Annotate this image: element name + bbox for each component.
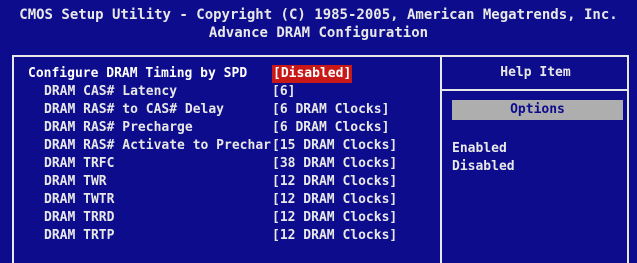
setting-value[interactable]: [6 DRAM Clocks] [272,101,389,119]
setting-label: DRAM CAS# Latency [44,84,178,99]
option-disabled: Disabled [452,159,515,174]
setting-label: DRAM RAS# Precharge [44,120,193,135]
setting-value[interactable]: [12 DRAM Clocks] [272,191,397,209]
setting-value[interactable]: [Disabled] [272,65,353,83]
setting-value[interactable]: [12 DRAM Clocks] [272,227,397,245]
setting-value[interactable]: [12 DRAM Clocks] [272,209,397,227]
option-enabled: Enabled [452,141,507,156]
setting-row-dram-twr[interactable]: DRAM TWR [12 DRAM Clocks] [28,173,438,191]
setting-label: DRAM RAS# Activate to Prechar [44,138,271,153]
setting-value[interactable]: [12 DRAM Clocks] [272,173,397,191]
options-header: Options [452,100,623,120]
setting-row-dram-trtp[interactable]: DRAM TRTP [12 DRAM Clocks] [28,227,438,245]
setting-row-configure-dram-timing-by-spd[interactable]: Configure DRAM Timing by SPD [Disabled] [28,65,438,83]
setting-label: Configure DRAM Timing by SPD [28,66,248,81]
setting-value[interactable]: [15 DRAM Clocks] [272,137,397,155]
setting-label: DRAM TRRD [44,210,115,225]
setting-row-dram-twtr[interactable]: DRAM TWTR [12 DRAM Clocks] [28,191,438,209]
help-header-separator [442,89,629,91]
setting-value[interactable]: [6 DRAM Clocks] [272,119,389,137]
setting-label: DRAM TWTR [44,192,115,207]
page-title: Advance DRAM Configuration [208,25,429,41]
setting-label: DRAM TWR [44,174,107,189]
setting-row-dram-trfc[interactable]: DRAM TRFC [38 DRAM Clocks] [28,155,438,173]
options-list: Enabled Disabled [452,140,515,176]
setting-row-dram-trrd[interactable]: DRAM TRRD [12 DRAM Clocks] [28,209,438,227]
setting-label: DRAM RAS# to CAS# Delay [44,102,225,117]
bios-screen: CMOS Setup Utility - Copyright (C) 1985-… [0,0,637,263]
setting-label: DRAM TRTP [44,228,115,243]
title-bar: CMOS Setup Utility - Copyright (C) 1985-… [0,0,637,48]
help-panel-divider [440,55,442,263]
setting-value[interactable]: [6] [272,83,295,101]
setting-row-dram-ras-activate-to-precharge[interactable]: DRAM RAS# Activate to Prechar [15 DRAM C… [28,137,438,155]
setting-value[interactable]: [38 DRAM Clocks] [272,155,397,173]
settings-list: Configure DRAM Timing by SPD [Disabled] … [28,65,438,245]
help-item-title: Help Item [500,65,571,80]
setting-label: DRAM TRFC [44,156,115,171]
setting-row-dram-cas-latency[interactable]: DRAM CAS# Latency [6] [28,83,438,101]
setting-row-dram-ras-precharge[interactable]: DRAM RAS# Precharge [6 DRAM Clocks] [28,119,438,137]
setting-row-dram-ras-to-cas-delay[interactable]: DRAM RAS# to CAS# Delay [6 DRAM Clocks] [28,101,438,119]
copyright-title: CMOS Setup Utility - Copyright (C) 1985-… [19,7,618,23]
